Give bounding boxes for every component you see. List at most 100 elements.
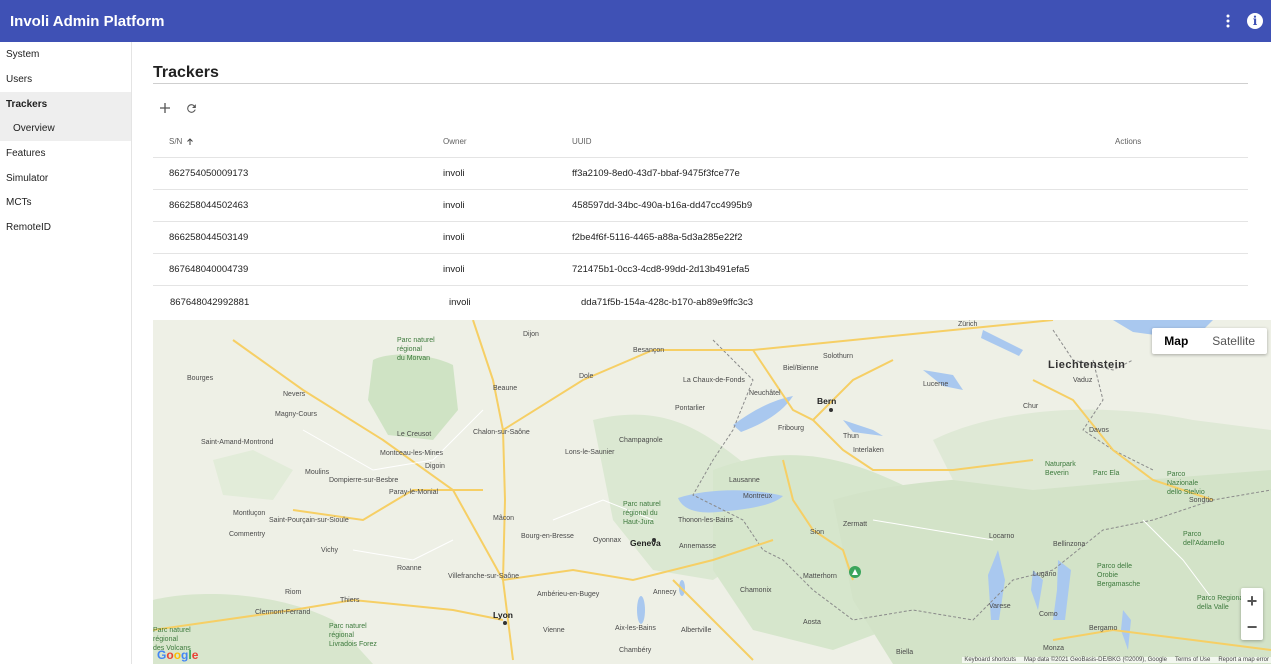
map-type-satellite-button[interactable]: Satellite bbox=[1200, 328, 1267, 354]
svg-text:Parco delle: Parco delle bbox=[1097, 563, 1132, 570]
svg-text:Lausanne: Lausanne bbox=[729, 477, 760, 484]
svg-text:régional: régional bbox=[329, 632, 354, 639]
svg-text:Annecy: Annecy bbox=[653, 589, 677, 596]
cell-sn: 862754050009173 bbox=[169, 168, 249, 179]
map-type-map-button[interactable]: Map bbox=[1152, 328, 1200, 354]
svg-text:Champagnole: Champagnole bbox=[619, 437, 663, 444]
sidebar-item-mcts[interactable]: MCTs bbox=[0, 191, 131, 216]
svg-text:Aosta: Aosta bbox=[803, 619, 821, 626]
zoom-in-button[interactable]: + bbox=[1241, 588, 1263, 614]
svg-text:régional du: régional du bbox=[623, 510, 658, 517]
svg-text:Aix-les-Bains: Aix-les-Bains bbox=[615, 625, 656, 632]
table-row[interactable]: 866258044502463 involi 458597dd-34bc-490… bbox=[153, 190, 1248, 222]
info-icon[interactable]: i bbox=[1247, 13, 1263, 29]
svg-text:Clermont-Ferrand: Clermont-Ferrand bbox=[255, 609, 310, 616]
svg-text:Chur: Chur bbox=[1023, 403, 1039, 410]
svg-text:régional: régional bbox=[397, 346, 422, 353]
svg-text:Orobie: Orobie bbox=[1097, 572, 1118, 579]
svg-text:Montreux: Montreux bbox=[743, 493, 773, 500]
svg-text:Dompierre-sur-Besbre: Dompierre-sur-Besbre bbox=[329, 477, 398, 484]
svg-text:Oyonnax: Oyonnax bbox=[593, 537, 622, 544]
svg-text:Zermatt: Zermatt bbox=[843, 521, 867, 528]
svg-text:Ambérieu-en-Bugey: Ambérieu-en-Bugey bbox=[537, 591, 600, 598]
svg-text:Vienne: Vienne bbox=[543, 627, 565, 634]
svg-text:Saint-Pourçain-sur-Sioule: Saint-Pourçain-sur-Sioule bbox=[269, 517, 349, 524]
sidebar-item-remoteid[interactable]: RemoteID bbox=[0, 215, 131, 240]
svg-text:Dijon: Dijon bbox=[523, 331, 539, 338]
sidebar-item-features[interactable]: Features bbox=[0, 141, 131, 166]
svg-text:Digoin: Digoin bbox=[425, 463, 445, 470]
svg-text:Liechtenstein: Liechtenstein bbox=[1048, 359, 1125, 371]
svg-text:Moulins: Moulins bbox=[305, 469, 330, 476]
cell-sn: 866258044502463 bbox=[169, 200, 249, 211]
cell-uuid: 721475b1-0cc3-4cd8-99dd-2d13b491efa5 bbox=[572, 264, 750, 275]
header-sn[interactable]: S/N bbox=[169, 126, 194, 157]
map-data-text: Map data ©2021 GeoBasis-DE/BKG (©2009), … bbox=[1024, 657, 1167, 663]
svg-text:Lugano: Lugano bbox=[1033, 571, 1056, 578]
cell-owner: involi bbox=[443, 264, 465, 275]
svg-text:Parco: Parco bbox=[1183, 531, 1201, 538]
svg-text:régional: régional bbox=[153, 636, 178, 643]
svg-text:Lucerne: Lucerne bbox=[923, 381, 948, 388]
table-row[interactable]: 862754050009173 involi ff3a2109-8ed0-43d… bbox=[153, 158, 1248, 190]
svg-text:Chambéry: Chambéry bbox=[619, 647, 652, 654]
svg-text:Thiers: Thiers bbox=[340, 597, 360, 604]
svg-text:Monza: Monza bbox=[1043, 645, 1064, 652]
cell-sn: 866258044503149 bbox=[169, 232, 249, 243]
svg-text:Pontarlier: Pontarlier bbox=[675, 405, 706, 412]
svg-text:Parc naturel: Parc naturel bbox=[329, 623, 367, 630]
sidebar-item-users[interactable]: Users bbox=[0, 67, 131, 92]
table-row[interactable]: 866258044503149 involi f2be4f6f-5116-446… bbox=[153, 222, 1248, 254]
sidebar: System Users Trackers Overview Features … bbox=[0, 42, 132, 664]
svg-text:Roanne: Roanne bbox=[397, 565, 422, 572]
svg-text:Villefranche-sur-Saône: Villefranche-sur-Saône bbox=[448, 573, 519, 580]
table-row[interactable]: 867648042992881 involi dda71f5b-154a-428… bbox=[153, 286, 1248, 318]
zoom-out-button[interactable]: − bbox=[1241, 614, 1263, 640]
svg-text:Sion: Sion bbox=[810, 529, 824, 536]
svg-text:Chalon-sur-Saône: Chalon-sur-Saône bbox=[473, 429, 530, 436]
cell-uuid: f2be4f6f-5116-4465-a88a-5d3a285e22f2 bbox=[572, 232, 743, 243]
svg-text:Bergamasche: Bergamasche bbox=[1097, 581, 1140, 588]
svg-text:Bergamo: Bergamo bbox=[1089, 625, 1118, 632]
svg-text:Matterhorn: Matterhorn bbox=[803, 573, 837, 580]
svg-text:Nevers: Nevers bbox=[283, 391, 306, 398]
sidebar-item-trackers[interactable]: Trackers bbox=[0, 91, 131, 117]
more-vert-icon[interactable] bbox=[1221, 11, 1235, 31]
svg-text:Parc naturel: Parc naturel bbox=[623, 501, 661, 508]
refresh-icon[interactable] bbox=[183, 100, 199, 116]
svg-text:Beverin: Beverin bbox=[1045, 470, 1069, 477]
page-title: Trackers bbox=[153, 64, 219, 81]
svg-text:Neuchâtel: Neuchâtel bbox=[749, 390, 781, 397]
terms-of-use-link[interactable]: Terms of Use bbox=[1175, 657, 1210, 663]
sidebar-item-system[interactable]: System bbox=[0, 43, 131, 68]
sidebar-item-simulator[interactable]: Simulator bbox=[0, 166, 131, 191]
add-icon[interactable] bbox=[157, 100, 173, 116]
sidebar-item-overview[interactable]: Overview bbox=[0, 116, 131, 142]
table-row[interactable]: 867648040004739 involi 721475b1-0cc3-4cd… bbox=[153, 254, 1248, 286]
report-map-error-link[interactable]: Report a map error bbox=[1218, 657, 1269, 663]
svg-text:Bern: Bern bbox=[817, 396, 836, 406]
svg-text:Vichy: Vichy bbox=[321, 547, 338, 554]
cell-uuid: dda71f5b-154a-428c-b170-ab89e9ffc3c3 bbox=[581, 296, 754, 308]
svg-text:Parco: Parco bbox=[1167, 471, 1185, 478]
header-sn-label: S/N bbox=[169, 137, 183, 146]
keyboard-shortcuts-link[interactable]: Keyboard shortcuts bbox=[964, 657, 1016, 663]
app-bar-actions: i bbox=[1221, 0, 1263, 42]
header-uuid[interactable]: UUID bbox=[572, 126, 592, 157]
svg-text:Bellinzona: Bellinzona bbox=[1053, 541, 1085, 548]
cell-sn: 867648042992881 bbox=[170, 296, 250, 308]
svg-text:Geneva: Geneva bbox=[630, 538, 661, 548]
svg-text:Locarno: Locarno bbox=[989, 533, 1014, 540]
svg-text:dell'Adamello: dell'Adamello bbox=[1183, 540, 1225, 547]
svg-text:Nazionale: Nazionale bbox=[1167, 480, 1198, 487]
svg-text:Zürich: Zürich bbox=[958, 321, 978, 328]
svg-text:della Valle: della Valle bbox=[1197, 604, 1229, 611]
svg-text:Lyon: Lyon bbox=[493, 610, 513, 620]
svg-text:Livradois Forez: Livradois Forez bbox=[329, 641, 377, 648]
title-divider bbox=[153, 83, 1248, 84]
svg-text:Solothurn: Solothurn bbox=[823, 353, 853, 360]
svg-text:Riom: Riom bbox=[285, 589, 302, 596]
map[interactable]: Liechtenstein Bern Geneva Lyon Zürich Di… bbox=[153, 320, 1271, 664]
sort-arrow-up-icon bbox=[186, 137, 194, 146]
header-owner[interactable]: Owner bbox=[443, 126, 467, 157]
